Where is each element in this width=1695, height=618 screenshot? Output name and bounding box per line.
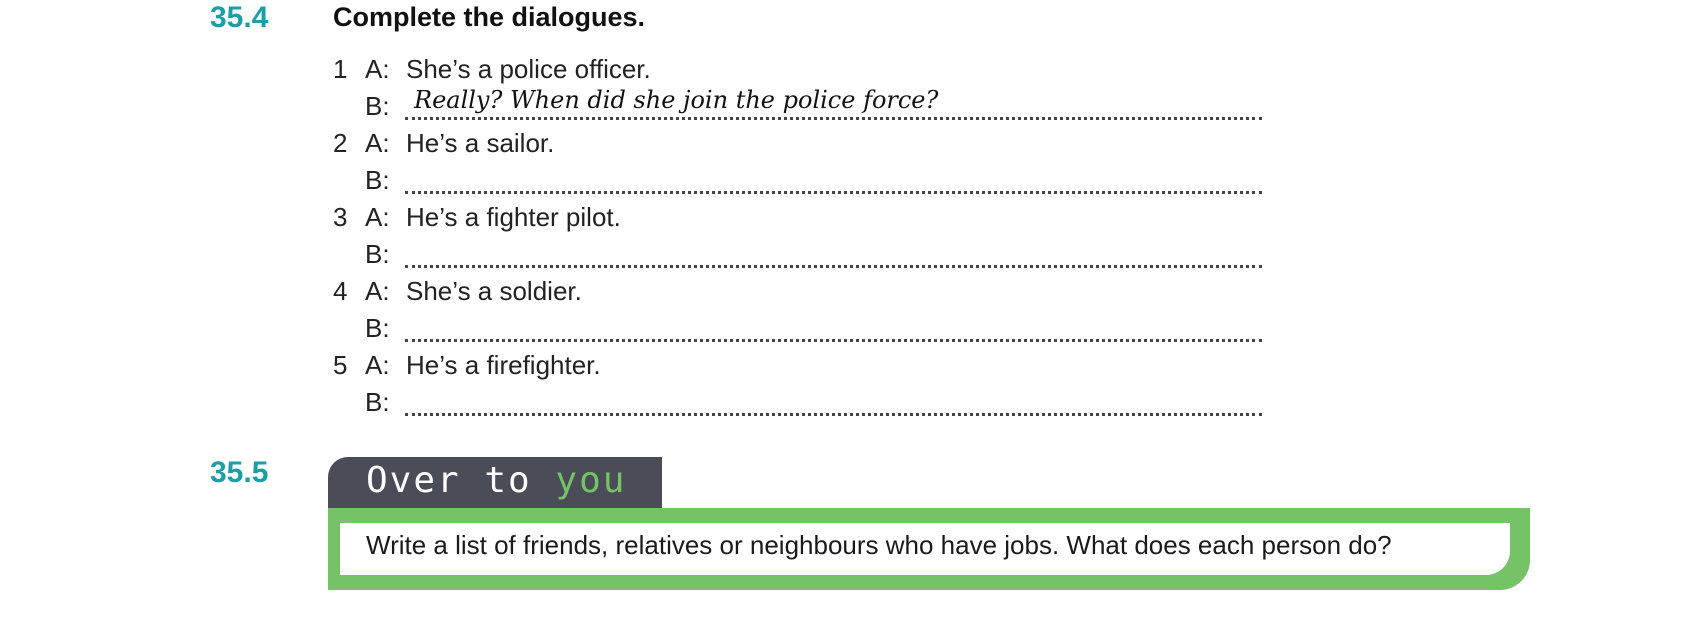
item-number: 1 (333, 54, 348, 84)
item-number: 5 (333, 350, 348, 380)
exercise-title: Complete the dialogues. (333, 2, 646, 32)
speaker-a-line: He’s a sailor. (406, 128, 555, 158)
speaker-a-line: He’s a firefighter. (406, 350, 601, 380)
speaker-b-label: B: (365, 239, 390, 269)
speaker-a-label: A: (365, 202, 390, 232)
speaker-a-label: A: (365, 276, 390, 306)
item-number: 2 (333, 128, 348, 158)
answer-line[interactable] (405, 265, 1262, 268)
exercise-number: 35.5 (210, 456, 269, 489)
speaker-a-line: She’s a police officer. (406, 54, 651, 84)
speaker-a-label: A: (365, 128, 390, 158)
speaker-b-label: B: (365, 313, 390, 343)
item-number: 4 (333, 276, 348, 306)
speaker-b-label: B: (365, 387, 390, 417)
answer-line[interactable] (405, 191, 1262, 194)
banner-text: Over to (366, 460, 556, 501)
answer-line[interactable] (405, 117, 1262, 120)
over-to-you-banner: Over to you (366, 460, 626, 501)
instruction-text: Write a list of friends, relatives or ne… (366, 530, 1392, 560)
speaker-b-label: B: (365, 91, 390, 121)
exercise-number: 35.4 (210, 1, 269, 34)
speaker-b-label: B: (365, 165, 390, 195)
speaker-a-label: A: (365, 350, 390, 380)
speaker-a-line: He’s a fighter pilot. (406, 202, 621, 232)
answer-line[interactable] (405, 339, 1262, 342)
example-answer: Really? When did she join the police for… (414, 86, 939, 114)
item-number: 3 (333, 202, 348, 232)
answer-line[interactable] (405, 413, 1262, 416)
speaker-a-label: A: (365, 54, 390, 84)
banner-accent-text: you (555, 460, 627, 501)
speaker-a-line: She’s a soldier. (406, 276, 582, 306)
